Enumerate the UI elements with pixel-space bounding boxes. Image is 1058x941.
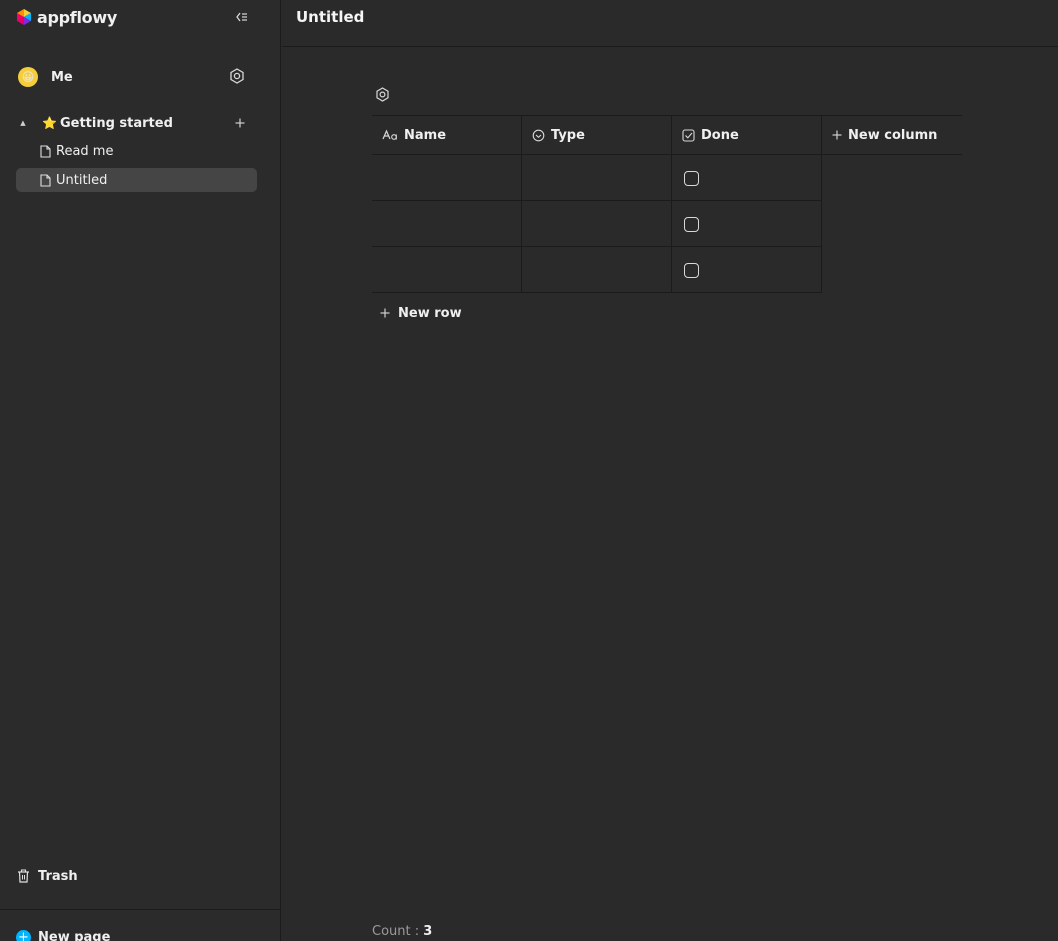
column-label: Type: [551, 127, 585, 143]
add-circle-icon: +: [16, 929, 31, 941]
sidebar-item-label: Untitled: [56, 172, 108, 188]
table-row: [372, 155, 822, 201]
column-header-type[interactable]: Type: [522, 116, 672, 154]
user-name: Me: [51, 69, 73, 85]
cell-type[interactable]: [522, 201, 671, 246]
new-page-button[interactable]: + New page: [16, 929, 110, 941]
sidebar-item-untitled[interactable]: Untitled: [16, 168, 257, 192]
new-row-label: New row: [398, 305, 462, 321]
table-row: [372, 201, 822, 247]
user-row[interactable]: 😀 Me: [18, 64, 258, 90]
sidebar-item-read-me[interactable]: Read me: [16, 139, 257, 163]
sidebar-item-label: Read me: [56, 143, 114, 159]
sidebar-divider: [0, 909, 281, 910]
cell-name[interactable]: [372, 201, 521, 246]
table-row: [372, 247, 822, 293]
appflowy-logo-icon: [17, 9, 31, 25]
settings-button[interactable]: [228, 67, 246, 85]
column-header-done[interactable]: Done: [672, 116, 822, 154]
section-emoji: ⭐: [42, 116, 57, 130]
single-select-icon: [532, 129, 545, 141]
add-page-button[interactable]: [230, 113, 250, 133]
cell-name[interactable]: [372, 155, 521, 200]
count-value: 3: [423, 924, 433, 939]
caret-up-icon[interactable]: ▲: [16, 119, 30, 127]
trash-icon: [18, 869, 29, 883]
document-icon: [40, 144, 51, 158]
section-label: Getting started: [59, 115, 173, 131]
row-count: Count : 3: [372, 924, 432, 939]
column-label: Name: [404, 127, 447, 143]
collapse-sidebar-button[interactable]: [232, 8, 252, 26]
logo-text: appflowy: [37, 7, 117, 27]
app-logo: appflowy: [15, 7, 117, 27]
new-column-button[interactable]: New column: [822, 116, 962, 154]
collapse-sidebar-icon: [236, 12, 247, 22]
cell-type[interactable]: [522, 247, 671, 292]
new-row-button[interactable]: New row: [380, 303, 462, 323]
done-checkbox[interactable]: [684, 171, 699, 186]
checkbox-type-icon: [682, 128, 695, 142]
done-checkbox[interactable]: [684, 217, 699, 232]
trash-label: Trash: [38, 868, 78, 884]
cell-name[interactable]: [372, 247, 521, 292]
gear-icon: [376, 87, 389, 102]
count-label: Count :: [372, 924, 424, 939]
top-bar: Untitled: [282, 0, 1058, 47]
avatar[interactable]: 😀: [18, 67, 38, 87]
sidebar: appflowy 😀 Me ▲ ⭐ Getting started Read m…: [0, 0, 281, 941]
column-header-name[interactable]: Name: [372, 116, 522, 154]
done-checkbox[interactable]: [684, 263, 699, 278]
new-page-label: New page: [38, 929, 111, 941]
plus-icon: [380, 308, 390, 318]
text-type-icon: [382, 129, 397, 140]
grid-header: Name Type Done New column: [372, 115, 962, 155]
section-getting-started[interactable]: ▲ ⭐ Getting started: [16, 113, 257, 133]
document-icon: [40, 173, 51, 187]
trash-button[interactable]: Trash: [17, 866, 78, 886]
plus-icon: [235, 118, 245, 128]
page-title: Untitled: [296, 8, 365, 26]
new-column-label: New column: [848, 127, 938, 143]
plus-icon: [832, 130, 842, 140]
gear-icon: [230, 68, 244, 84]
grid-settings-button[interactable]: [374, 86, 391, 103]
cell-type[interactable]: [522, 155, 671, 200]
column-label: Done: [701, 127, 739, 143]
